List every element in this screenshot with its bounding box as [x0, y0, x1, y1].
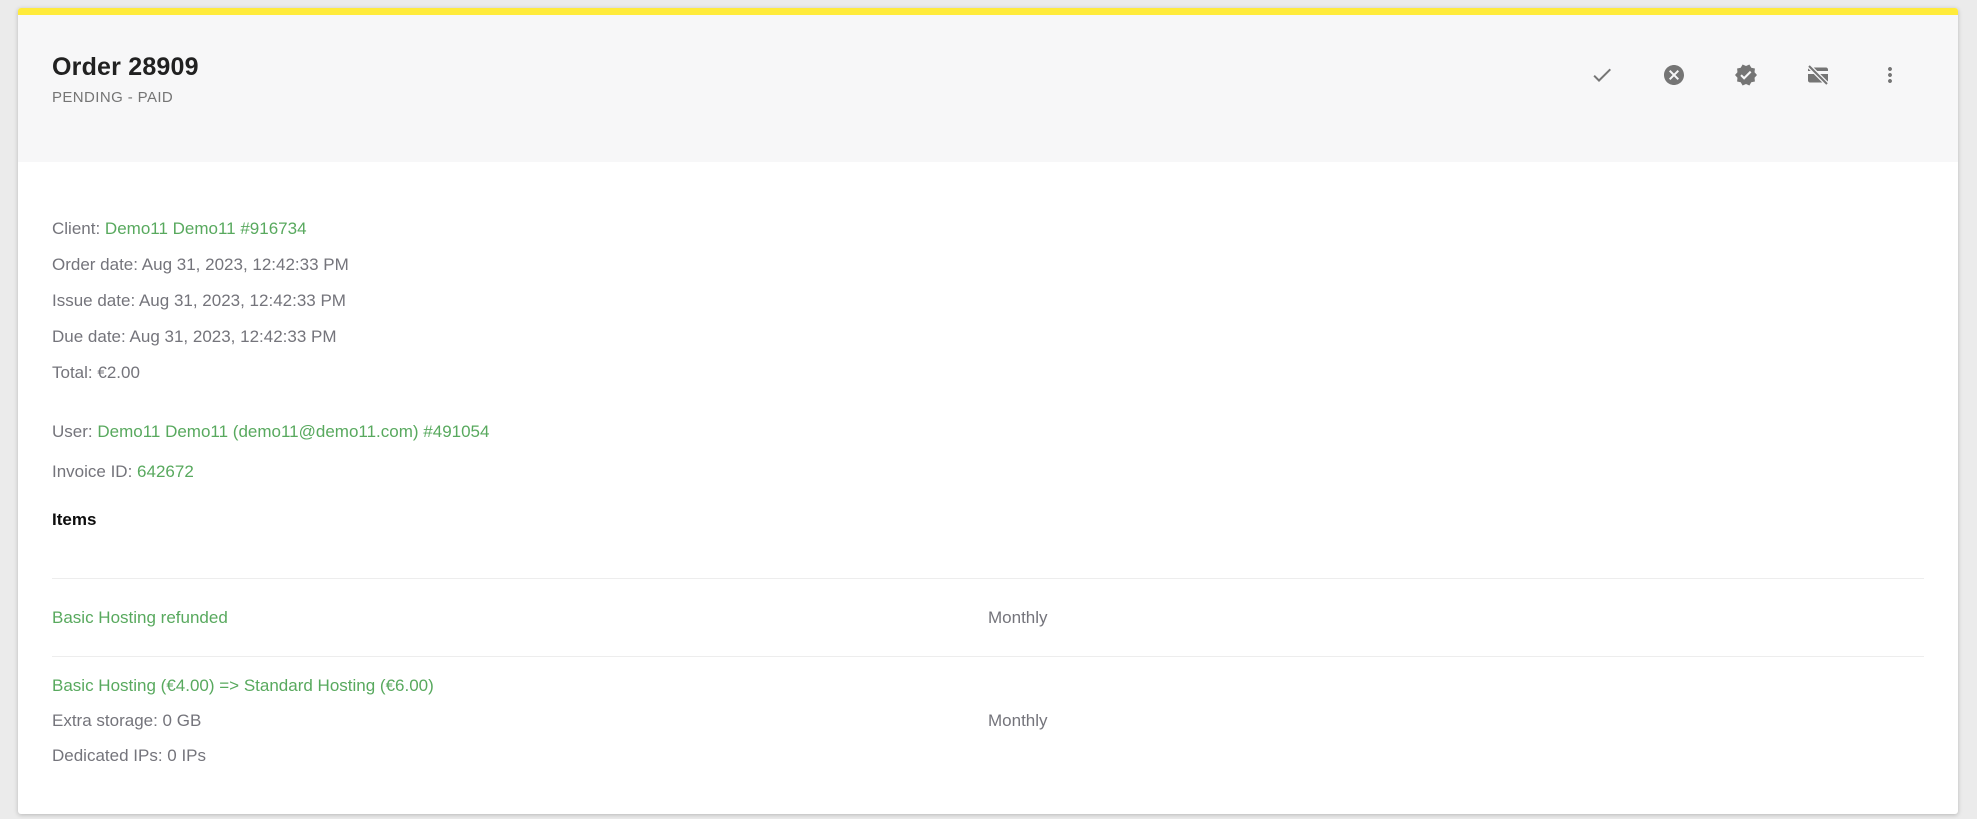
- accent-top-bar: [18, 8, 1958, 15]
- verified-badge-icon: [1734, 63, 1758, 90]
- check-icon: [1590, 63, 1614, 90]
- issue-date-label: Issue date:: [52, 291, 135, 310]
- issue-date-value: Aug 31, 2023, 12:42:33 PM: [139, 291, 346, 310]
- order-detail-card: Order 28909 PENDING - PAID: [18, 8, 1958, 814]
- item-cycle-cell: Monthly: [988, 608, 1924, 628]
- total-label: Total:: [52, 363, 93, 382]
- order-header: Order 28909 PENDING - PAID: [18, 15, 1958, 162]
- issue-date-line: Issue date: Aug 31, 2023, 12:42:33 PM: [52, 283, 1924, 319]
- item-detail-line: Extra storage: 0 GB: [52, 703, 988, 738]
- total-value: €2.00: [97, 363, 140, 382]
- client-label: Client:: [52, 219, 100, 238]
- more-vert-icon: [1878, 63, 1902, 90]
- due-date-label: Due date:: [52, 327, 126, 346]
- approve-order-button[interactable]: [1590, 64, 1614, 88]
- item-name-link[interactable]: Basic Hosting (€4.00) => Standard Hostin…: [52, 676, 434, 695]
- item-cycle-cell: Monthly: [988, 711, 1924, 731]
- total-line: Total: €2.00: [52, 355, 1924, 391]
- items-heading: Items: [52, 505, 1924, 535]
- order-summary-group: Client: Demo11 Demo11 #916734 Order date…: [52, 211, 1924, 391]
- more-options-button[interactable]: [1878, 64, 1902, 88]
- order-details-body: Client: Demo11 Demo11 #916734 Order date…: [18, 162, 1958, 793]
- page-title: Order 28909: [52, 53, 199, 81]
- order-title-block: Order 28909 PENDING - PAID: [52, 53, 199, 108]
- cancel-order-button[interactable]: [1662, 64, 1686, 88]
- user-link[interactable]: Demo11 Demo11 (demo11@demo11.com) #49105…: [97, 422, 489, 441]
- user-invoice-group: User: Demo11 Demo11 (demo11@demo11.com) …: [52, 412, 1924, 492]
- invoice-line: Invoice ID: 642672: [52, 452, 1924, 492]
- item-name-cell: Basic Hosting (€4.00) => Standard Hostin…: [52, 668, 988, 773]
- client-line: Client: Demo11 Demo11 #916734: [52, 211, 1924, 247]
- disable-payment-button[interactable]: [1806, 64, 1830, 88]
- cancel-icon: [1662, 63, 1686, 90]
- user-line: User: Demo11 Demo11 (demo11@demo11.com) …: [52, 412, 1924, 452]
- client-link[interactable]: Demo11 Demo11 #916734: [105, 219, 307, 238]
- order-date-line: Order date: Aug 31, 2023, 12:42:33 PM: [52, 247, 1924, 283]
- item-billing-cycle: Monthly: [988, 608, 1048, 627]
- credit-card-off-icon: [1806, 63, 1830, 90]
- table-row: Basic Hosting (€4.00) => Standard Hostin…: [52, 656, 1924, 793]
- order-date-value: Aug 31, 2023, 12:42:33 PM: [142, 255, 349, 274]
- due-date-value: Aug 31, 2023, 12:42:33 PM: [130, 327, 337, 346]
- order-items-table: Basic Hosting refunded Monthly Basic Hos…: [52, 578, 1924, 793]
- user-label: User:: [52, 422, 93, 441]
- item-detail-line: Dedicated IPs: 0 IPs: [52, 738, 988, 773]
- invoice-label: Invoice ID:: [52, 462, 132, 481]
- item-billing-cycle: Monthly: [988, 711, 1048, 730]
- order-actions-toolbar: [1590, 64, 1902, 88]
- table-row: Basic Hosting refunded Monthly: [52, 578, 1924, 656]
- due-date-line: Due date: Aug 31, 2023, 12:42:33 PM: [52, 319, 1924, 355]
- verify-order-button[interactable]: [1734, 64, 1758, 88]
- order-date-label: Order date:: [52, 255, 138, 274]
- item-name-link[interactable]: Basic Hosting refunded: [52, 608, 228, 627]
- invoice-link[interactable]: 642672: [137, 462, 194, 481]
- order-status: PENDING - PAID: [52, 88, 199, 108]
- item-name-cell: Basic Hosting refunded: [52, 600, 988, 635]
